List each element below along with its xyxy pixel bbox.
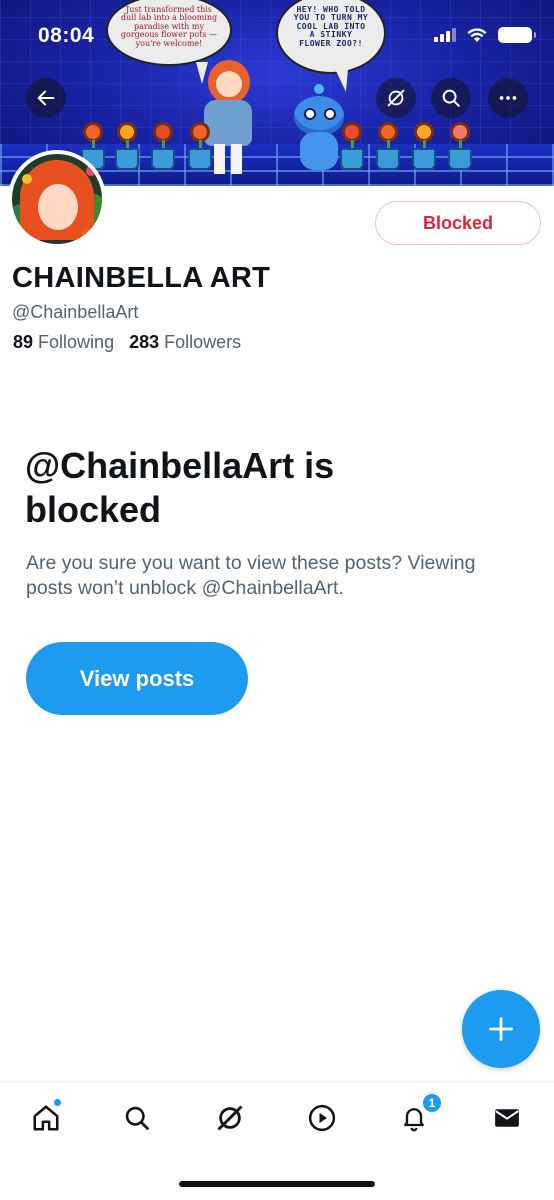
flower-1: [83, 122, 103, 142]
followers-count: 283: [129, 332, 160, 352]
compose-post-button[interactable]: [462, 990, 540, 1068]
profile-display-name: CHAINBELLA ART: [12, 262, 271, 294]
robot-eye-left: [304, 108, 316, 120]
robot-eye-right: [324, 108, 336, 120]
flower-pot-5: [340, 148, 364, 170]
notifications-badge: 1: [421, 1092, 443, 1114]
flower-pot-6: [376, 148, 400, 170]
tab-notifications[interactable]: 1: [392, 1092, 443, 1140]
wifi-icon: [467, 27, 487, 42]
tab-video[interactable]: [300, 1096, 344, 1140]
flower-pot-4: [188, 148, 212, 170]
flower-pot-2: [115, 148, 139, 170]
cellular-signal-icon: [434, 28, 456, 42]
profile-handle: @ChainbellaArt: [12, 302, 139, 322]
battery-icon: [498, 27, 536, 43]
home-icon: [33, 1105, 59, 1131]
mail-icon: [495, 1109, 519, 1127]
grok-icon: [217, 1105, 243, 1131]
follow-stats: 89 Following 283 Followers: [13, 332, 241, 353]
flower-pot-3: [151, 148, 175, 170]
girl-character-legs: [214, 144, 242, 174]
speech-bubble-left-tail: [196, 62, 208, 84]
robot-character-head: [294, 96, 344, 136]
followers-label: Followers: [164, 332, 242, 352]
flower-pot-7: [412, 148, 436, 170]
home-notification-dot: [53, 1098, 62, 1107]
back-button[interactable]: [26, 78, 66, 118]
following-link[interactable]: 89 Following: [13, 332, 114, 353]
tab-messages[interactable]: [485, 1096, 529, 1140]
flower-3: [153, 122, 173, 142]
robot-character-body: [300, 132, 338, 170]
flower-6: [378, 122, 398, 142]
more-icon: [499, 96, 517, 100]
status-icons: [434, 27, 536, 43]
avatar-flower-pink: [86, 166, 96, 176]
search-icon: [125, 1106, 149, 1130]
status-time: 08:04: [38, 24, 95, 47]
robot-antenna: [314, 84, 324, 94]
following-label: Following: [38, 332, 115, 352]
tab-grok[interactable]: [208, 1096, 252, 1140]
flower-2: [117, 122, 137, 142]
girl-character-head: [208, 60, 250, 104]
play-icon: [308, 1104, 336, 1132]
followers-link[interactable]: 283 Followers: [129, 332, 241, 353]
blocked-button[interactable]: Blocked: [375, 201, 541, 245]
profile-avatar[interactable]: [8, 150, 106, 248]
flower-8: [450, 122, 470, 142]
blocked-description: Are you sure you want to view these post…: [26, 552, 476, 599]
avatar-flower-orange: [82, 228, 92, 238]
speech-bubble-left-text: Just transformed this dull lab into a bl…: [120, 5, 218, 48]
arrow-left-icon: [37, 90, 55, 106]
home-indicator: [179, 1181, 375, 1187]
blocked-title: @ChainbellaArt is blocked: [25, 445, 335, 530]
flower-pot-8: [448, 148, 472, 170]
flower-7: [414, 122, 434, 142]
flower-4: [190, 122, 210, 142]
view-posts-button[interactable]: View posts: [26, 642, 248, 715]
search-icon: [442, 89, 460, 107]
avatar-flower-yellow: [22, 174, 32, 184]
more-button[interactable]: [488, 78, 528, 118]
tab-home[interactable]: [24, 1096, 68, 1140]
tab-search[interactable]: [115, 1096, 159, 1140]
girl-character-body: [204, 100, 252, 146]
search-button[interactable]: [431, 78, 471, 118]
grok-button[interactable]: [376, 78, 416, 118]
plus-icon: [489, 1017, 513, 1041]
grok-icon: [387, 89, 405, 107]
avatar-face: [38, 184, 78, 230]
speech-bubble-right-text: HEY! WHO TOLD YOU TO TURN MY COOL LAB IN…: [293, 5, 369, 48]
flower-5: [342, 122, 362, 142]
following-count: 89: [13, 332, 34, 352]
